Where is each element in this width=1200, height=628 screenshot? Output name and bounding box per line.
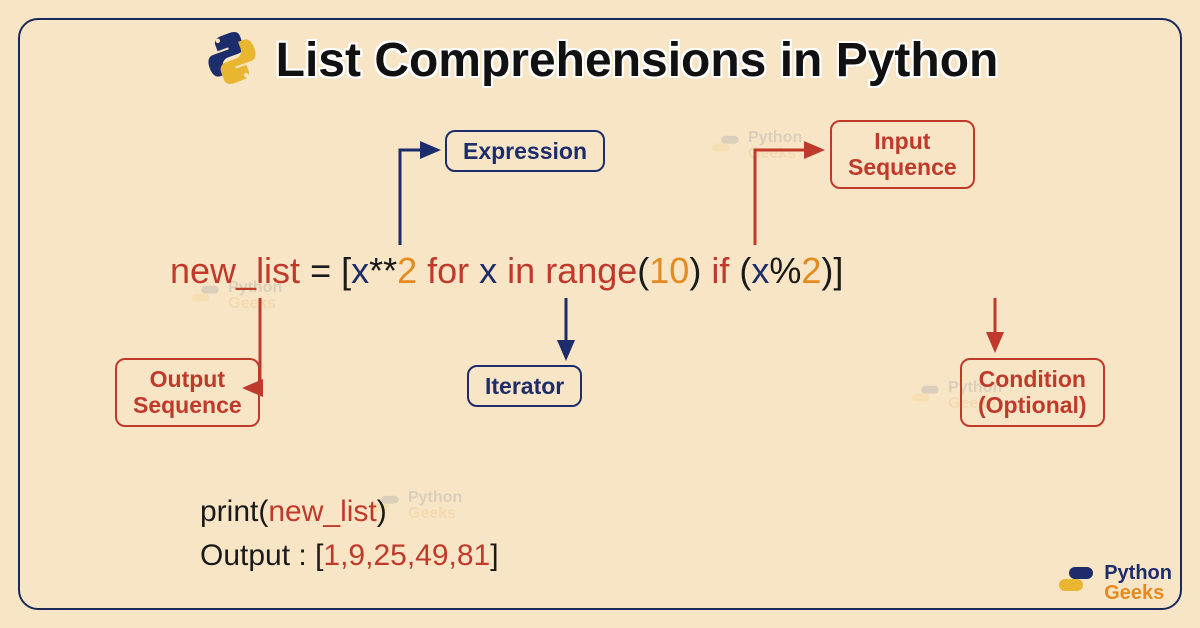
output-line: Output : [1,9,25,49,81] — [200, 534, 499, 578]
label-condition: Condition (Optional) — [960, 358, 1105, 427]
print-call-open: print( — [200, 495, 268, 528]
watermark-icon: PythonGeeks — [710, 130, 802, 162]
code-token-mod: % — [769, 250, 801, 291]
code-token-x1: x — [351, 250, 369, 291]
code-token-x3: x — [751, 250, 769, 291]
label-input-l2: Sequence — [848, 154, 957, 180]
label-iterator: Iterator — [467, 365, 582, 407]
brand-logo: Python Geeks — [1056, 561, 1172, 604]
output-values: 1,9,25,49,81 — [323, 539, 490, 572]
code-token-2a: 2 — [397, 250, 417, 291]
diagram-stage: PythonGeeks PythonGeeks PythonGeeks Pyth… — [0, 0, 1200, 628]
code-token-2b: 2 — [801, 250, 821, 291]
code-token-lparen2: ( — [729, 250, 751, 291]
label-expression: Expression — [445, 130, 605, 172]
arrow-input-sequence — [755, 150, 822, 245]
code-token-for: for — [417, 250, 479, 291]
label-expression-text: Expression — [463, 138, 587, 164]
brand-line2: Geeks — [1104, 583, 1172, 603]
code-token-newlist: new_list — [170, 250, 300, 291]
print-arg: new_list — [268, 495, 376, 528]
code-token-lparen: ( — [637, 250, 649, 291]
code-token-in: in — [497, 250, 545, 291]
brand-mark-icon — [1056, 561, 1096, 604]
arrow-layer — [0, 0, 1200, 628]
arrow-expression — [400, 150, 438, 245]
output-close: ] — [490, 539, 498, 572]
code-token-if: if — [711, 250, 729, 291]
code-token-range: range — [545, 250, 637, 291]
code-token-10: 10 — [649, 250, 689, 291]
label-output-sequence: Output Sequence — [115, 358, 260, 427]
code-token-eq-bracket: = [ — [300, 250, 351, 291]
label-condition-l2: (Optional) — [978, 392, 1087, 418]
print-output-block: print(new_list) Output : [1,9,25,49,81] — [200, 490, 499, 577]
brand-line1: Python — [1104, 563, 1172, 583]
label-output-l1: Output — [150, 366, 225, 392]
output-label: Output : [ — [200, 539, 323, 572]
brand-text: Python Geeks — [1104, 563, 1172, 603]
code-token-power: ** — [369, 250, 397, 291]
code-token-rparen: ) — [689, 250, 711, 291]
code-expression: new_list = [x**2 for x in range(10) if (… — [170, 250, 843, 292]
label-input-sequence: Input Sequence — [830, 120, 975, 189]
code-token-close: )] — [821, 250, 843, 291]
label-output-l2: Sequence — [133, 392, 242, 418]
label-iterator-text: Iterator — [485, 373, 564, 399]
label-input-l1: Input — [874, 128, 930, 154]
label-condition-l1: Condition — [979, 366, 1086, 392]
print-call-close: ) — [377, 495, 387, 528]
print-line: print(new_list) — [200, 490, 499, 534]
code-token-x2: x — [479, 250, 497, 291]
